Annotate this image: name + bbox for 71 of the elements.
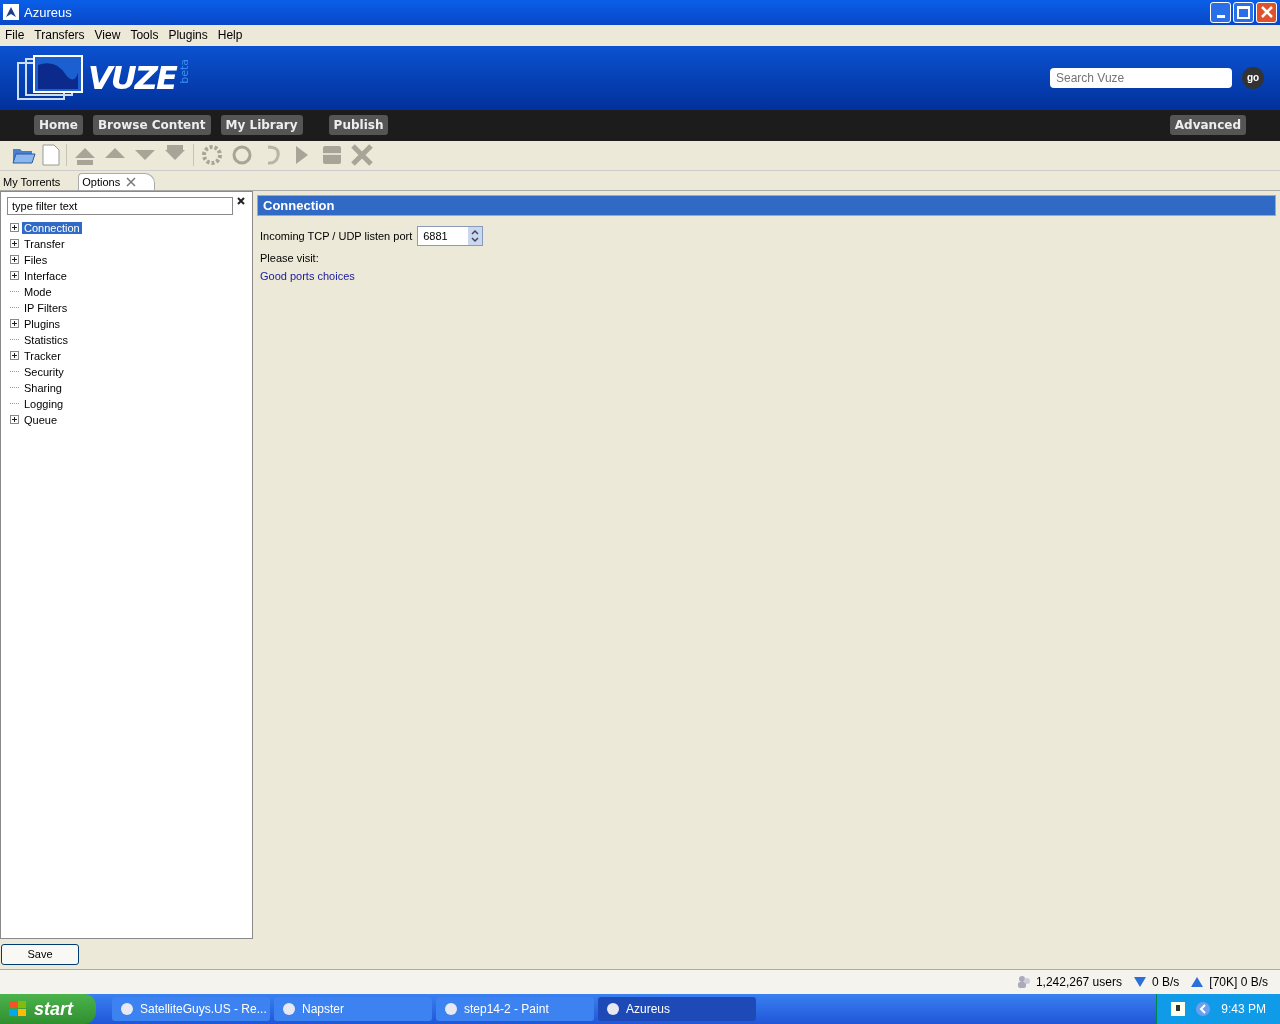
tree-item[interactable]: Interface [22,269,69,282]
clock: 9:43 PM [1221,1002,1266,1016]
taskbar-item[interactable]: Napster [274,997,432,1021]
expand-icon[interactable] [10,351,19,361]
tree-item[interactable]: Security [22,365,66,378]
tree-item[interactable]: Logging [22,397,66,410]
tree-item[interactable]: Sharing [22,381,64,394]
menu-item[interactable]: Tools [125,28,164,43]
nav-button[interactable]: Publish [328,115,389,136]
visit-label: Please visit: [259,251,320,264]
port-spinner[interactable]: 6881 [417,225,484,246]
restore-button[interactable] [1233,1,1254,23]
tree-item[interactable]: Files [22,253,50,266]
search-field[interactable]: Search Vuze [1050,67,1232,88]
expand-icon[interactable] [10,223,19,233]
tree-item[interactable]: Connection [22,221,82,234]
windows-flag-icon [8,1000,28,1018]
nav-button[interactable]: Home [34,115,83,136]
tree-item[interactable]: Mode [22,285,54,298]
clear-icon[interactable] [237,196,245,205]
users-icon [1016,975,1031,989]
minimize-button[interactable] [1210,1,1231,23]
download-arrow-icon [1132,976,1147,988]
close-icon[interactable] [126,176,137,187]
save-button[interactable]: Save [1,943,79,965]
users-count: 1,242,267 users [1035,975,1122,989]
taskbar-item[interactable]: step14-2 - Paint [436,997,594,1021]
expand-icon[interactable] [10,239,19,249]
menu-item[interactable]: Help [212,28,248,43]
menu-item[interactable]: View [89,28,126,43]
section-header: Connection [257,194,1276,216]
port-label: Incoming TCP / UDP listen port [260,229,413,242]
upload-rate: [70K] 0 B/s [1209,975,1268,989]
advanced-button[interactable]: Advanced [1169,115,1246,136]
nav-button[interactable]: Browse Content [92,115,211,136]
menu-item[interactable]: File [0,28,30,43]
expand-icon[interactable] [10,415,19,425]
close-button[interactable] [1256,1,1277,23]
expand-icon[interactable] [10,271,19,281]
tree-item[interactable]: Queue [22,413,60,426]
tree-item[interactable]: Transfer [22,237,67,250]
close-icon [1260,6,1273,19]
app-icon [120,1002,134,1016]
menu-item[interactable]: Transfers [29,28,90,43]
expand-icon[interactable] [10,255,19,265]
nav-button[interactable]: My Library [220,115,303,136]
taskbar-item[interactable]: Azureus [598,997,756,1021]
logo-wordmark: VUZE [88,57,176,99]
logo-tag: beta [177,58,191,84]
upload-arrow-icon [1190,976,1205,988]
menu-item[interactable]: Plugins [163,28,213,43]
filter-field[interactable]: type filter text [7,196,233,215]
screens-logo-icon [16,54,86,101]
expand-icon[interactable] [10,319,19,329]
go-button[interactable]: go [1242,66,1264,89]
app-icon [3,4,19,21]
tree-item[interactable]: Statistics [22,333,70,346]
app-icon [606,1002,620,1016]
app-icon [444,1002,458,1016]
download-rate: 0 B/s [1151,975,1180,989]
tab[interactable]: Options [78,172,156,190]
window-title: Azureus [24,4,72,20]
app-icon [282,1002,296,1016]
help-icon[interactable] [1171,1002,1186,1016]
ports-link[interactable]: Good ports choices [260,269,355,282]
tree-item[interactable]: Plugins [22,317,63,330]
tab[interactable]: My Torrents [0,173,79,190]
tree-item[interactable]: Tracker [22,349,63,362]
tree-item[interactable]: IP Filters [22,301,70,314]
spinner-arrows-icon[interactable] [468,226,483,245]
taskbar-item[interactable]: SatelliteGuys.US - Re... [112,997,270,1021]
